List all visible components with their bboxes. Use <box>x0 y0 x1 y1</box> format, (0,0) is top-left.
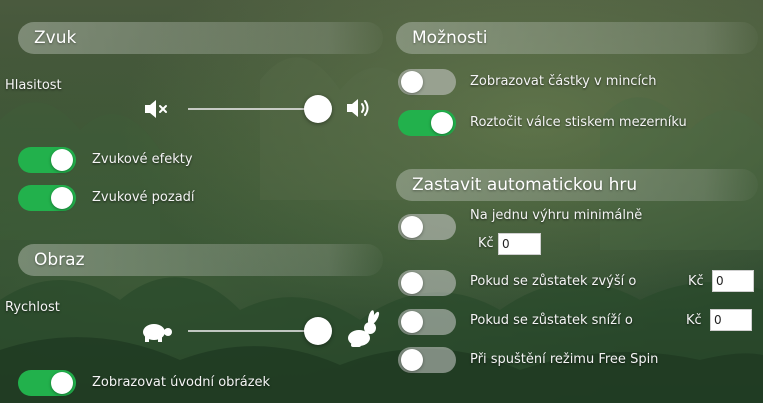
speaker-volume-icon[interactable] <box>345 96 373 120</box>
intro-image-toggle[interactable] <box>18 370 76 396</box>
turtle-icon[interactable] <box>138 318 174 344</box>
speed-slider-track[interactable] <box>188 330 318 332</box>
intro-image-label: Zobrazovat úvodní obrázek <box>92 375 271 390</box>
balance-down-toggle[interactable] <box>398 309 456 335</box>
speed-label: Rychlost <box>5 300 60 315</box>
options-section-title: Možnosti <box>412 28 488 48</box>
display-section-header: Obraz <box>18 244 383 276</box>
sound-section-header: Zvuk <box>18 22 383 54</box>
sound-effects-toggle[interactable] <box>18 147 76 173</box>
single-win-label: Na jednu výhru minimálně <box>470 208 643 223</box>
autoplay-section-title: Zastavit automatickou hru <box>412 175 638 195</box>
options-section-header: Možnosti <box>396 22 758 54</box>
balance-up-currency: Kč <box>688 274 704 289</box>
volume-slider-thumb[interactable] <box>304 95 332 123</box>
toggle-knob <box>401 216 423 238</box>
sound-effects-label: Zvukové efekty <box>92 152 193 167</box>
free-spin-label: Při spuštění režimu Free Spin <box>470 352 659 367</box>
space-spin-label: Roztočit válce stiskem mezerníku <box>470 115 687 130</box>
coins-label: Zobrazovat částky v mincích <box>470 74 657 89</box>
background-sound-toggle[interactable] <box>18 185 76 211</box>
rabbit-icon[interactable] <box>343 310 381 350</box>
toggle-knob <box>401 71 423 93</box>
free-spin-toggle[interactable] <box>398 347 456 373</box>
toggle-knob <box>51 149 73 171</box>
balance-down-input[interactable]: 0 <box>710 309 752 331</box>
toggle-knob <box>51 372 73 394</box>
toggle-knob <box>401 311 423 333</box>
volume-label: Hlasitost <box>5 78 62 93</box>
background-sound-label: Zvukové pozadí <box>92 190 195 205</box>
coins-toggle[interactable] <box>398 69 456 95</box>
single-win-currency: Kč <box>478 236 494 251</box>
speaker-mute-icon[interactable] <box>143 98 171 120</box>
single-win-toggle[interactable] <box>398 214 456 240</box>
toggle-knob <box>401 349 423 371</box>
space-spin-toggle[interactable] <box>398 110 456 136</box>
toggle-knob <box>431 112 453 134</box>
toggle-knob <box>401 272 423 294</box>
balance-down-label: Pokud se zůstatek sníží o <box>470 313 633 328</box>
speed-slider-thumb[interactable] <box>304 317 332 345</box>
autoplay-section-header: Zastavit automatickou hru <box>396 169 758 201</box>
balance-down-currency: Kč <box>686 313 702 328</box>
balance-up-toggle[interactable] <box>398 270 456 296</box>
toggle-knob <box>51 187 73 209</box>
display-section-title: Obraz <box>34 250 85 270</box>
balance-up-label: Pokud se zůstatek zvýší o <box>470 274 637 289</box>
volume-slider-track[interactable] <box>188 108 318 110</box>
balance-up-input[interactable]: 0 <box>712 270 754 292</box>
single-win-input[interactable]: 0 <box>498 233 541 255</box>
sound-section-title: Zvuk <box>34 28 77 48</box>
